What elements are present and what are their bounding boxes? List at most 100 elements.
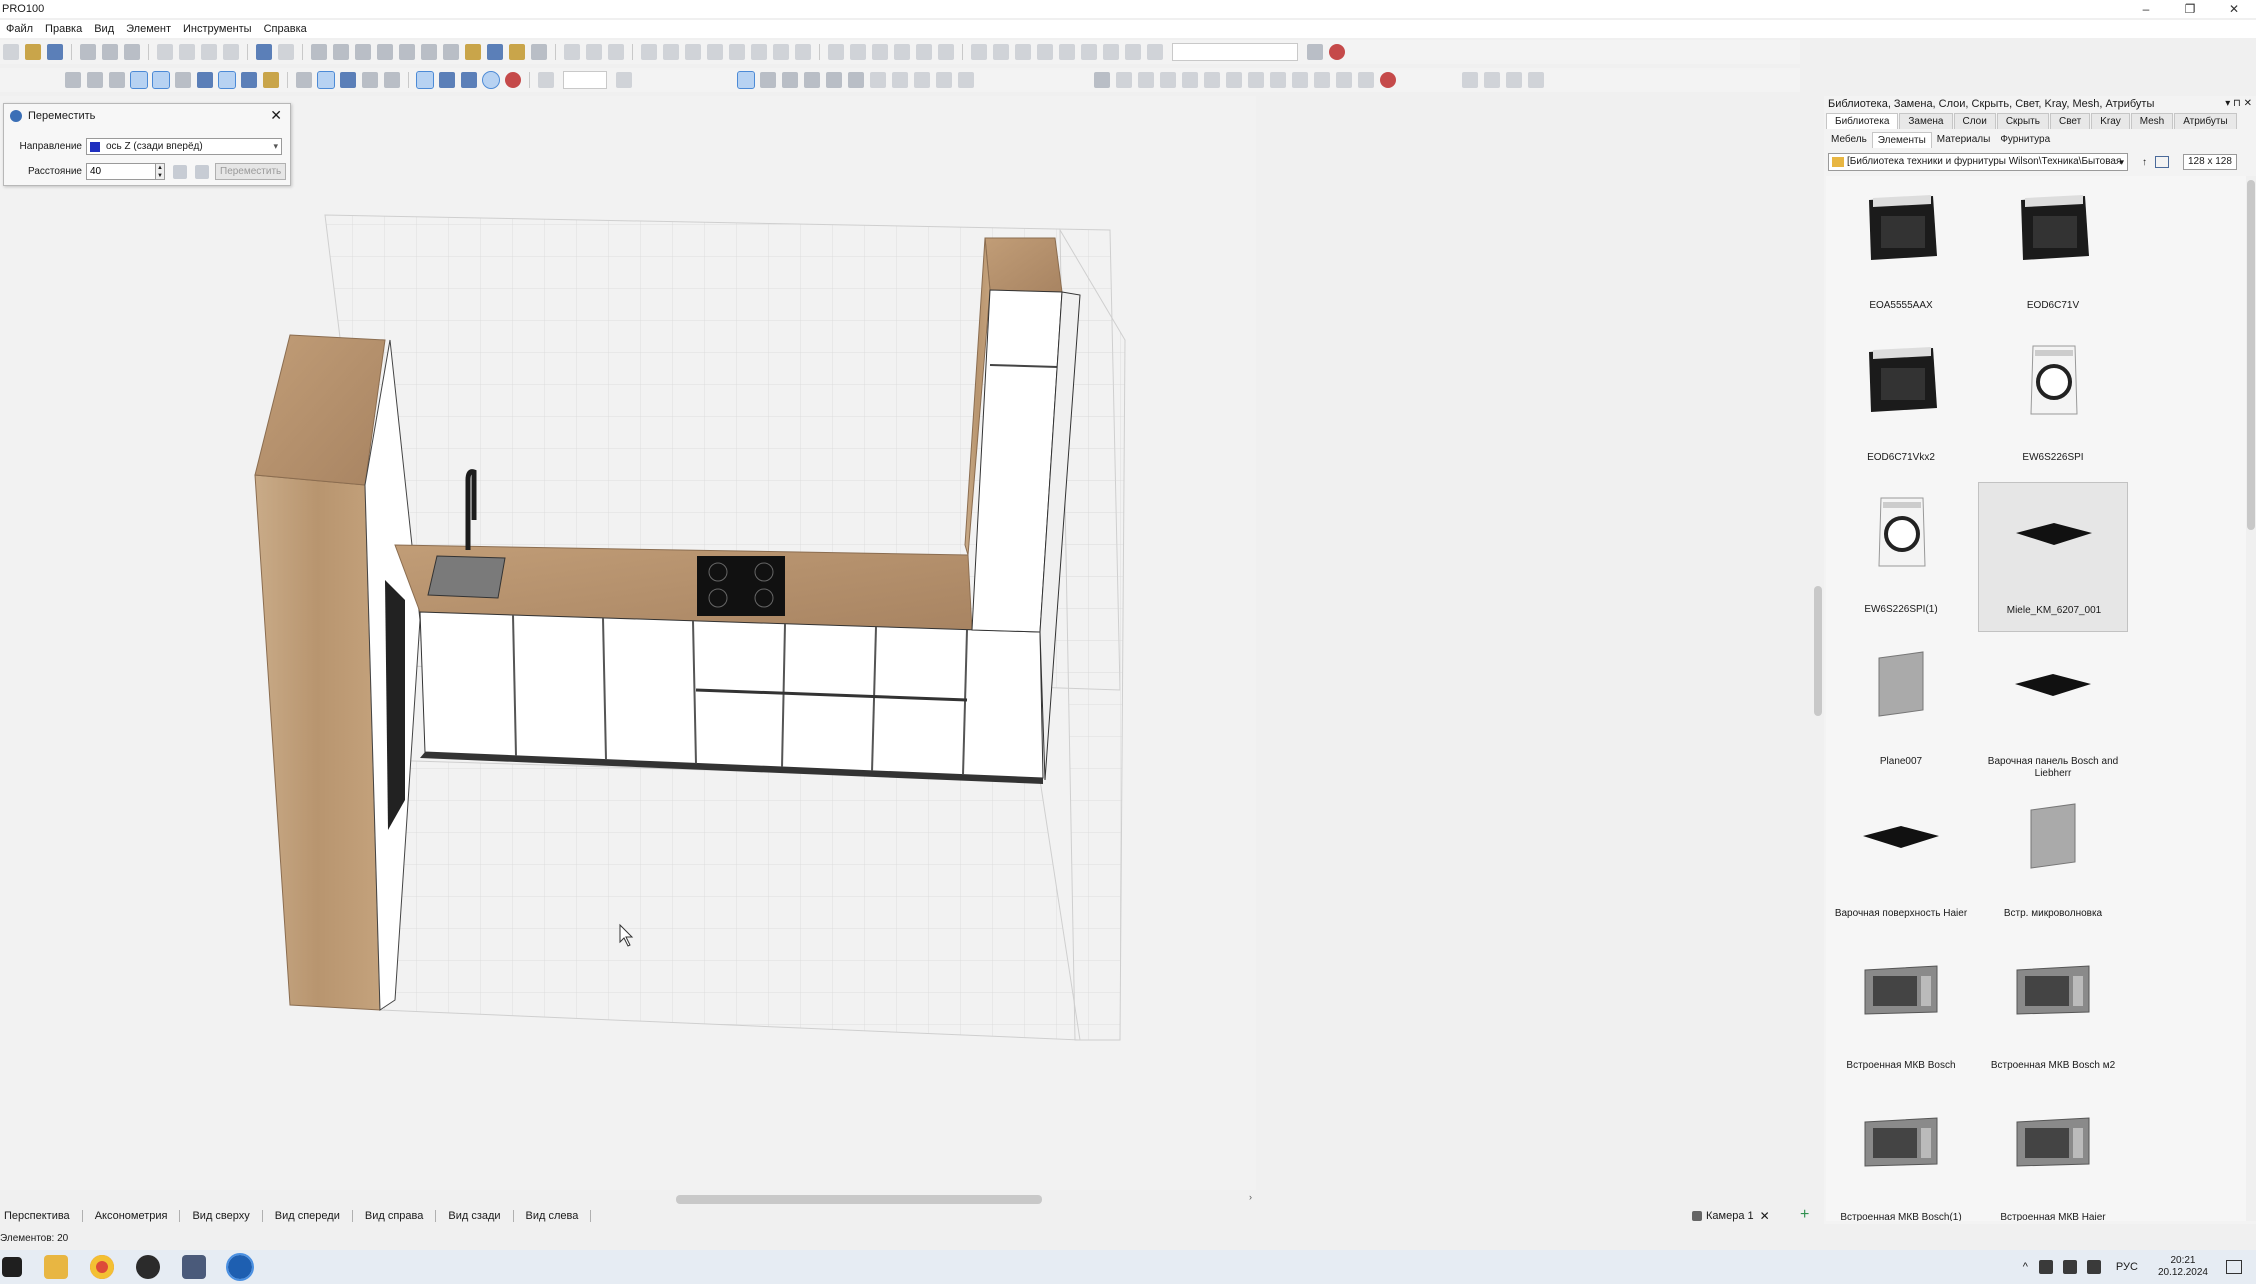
layout-a-icon[interactable] xyxy=(1462,72,1478,88)
isolate-icon[interactable] xyxy=(1336,72,1352,88)
stop-icon[interactable] xyxy=(1380,72,1396,88)
tab-perspective[interactable]: Перспектива xyxy=(0,1210,83,1222)
view-side-icon[interactable] xyxy=(109,72,125,88)
settings-icon[interactable] xyxy=(311,44,327,60)
tag-icon[interactable] xyxy=(296,72,312,88)
library-item[interactable]: Plane007 xyxy=(1826,634,1976,784)
layer-combo[interactable] xyxy=(1172,43,1298,61)
distribute-icon[interactable] xyxy=(641,44,657,60)
viewport-hscrollbar[interactable]: › xyxy=(0,1192,1256,1206)
tab-attributes[interactable]: Атрибуты xyxy=(2174,113,2237,129)
move-apply-button[interactable]: Переместить xyxy=(215,163,287,180)
stack-v-icon[interactable] xyxy=(729,44,745,60)
library-item[interactable]: EOA5555AAX xyxy=(1826,178,1976,328)
align-right-icon[interactable] xyxy=(608,44,624,60)
undo-select-icon[interactable] xyxy=(1160,72,1176,88)
maximize-button[interactable]: ❐ xyxy=(2168,0,2212,18)
calculator-icon[interactable] xyxy=(355,44,371,60)
tab-layers[interactable]: Слои xyxy=(1953,113,1996,129)
stack-icon[interactable] xyxy=(707,44,723,60)
calculator-app-icon[interactable] xyxy=(182,1255,206,1279)
layout-c-icon[interactable] xyxy=(1506,72,1522,88)
library-item[interactable]: Встр. микроволновка xyxy=(1978,786,2128,936)
library-path-select[interactable]: [Библиотека техники и фурнитуры Wilson\Т… xyxy=(1828,153,2128,171)
library-item[interactable]: EW6S226SPI(1) xyxy=(1826,482,1976,632)
scale-icon[interactable] xyxy=(1125,44,1141,60)
library-item[interactable]: Встроенная МКВ Haier xyxy=(1978,1090,2128,1221)
rotate-back-icon[interactable] xyxy=(1103,44,1119,60)
library-item[interactable]: Встроенная МКВ Bosch м2 xyxy=(1978,938,2128,1088)
menu-help[interactable]: Справка xyxy=(258,20,313,38)
chevron-right-icon[interactable]: › xyxy=(1249,1192,1252,1202)
layer-visibility-icon[interactable] xyxy=(1329,44,1345,60)
layout-d-icon[interactable] xyxy=(1528,72,1544,88)
panel-pin-icon[interactable]: ▾ ⊓ ✕ xyxy=(2225,96,2252,112)
select-all-icon[interactable] xyxy=(1094,72,1110,88)
vscroll-thumb[interactable] xyxy=(1814,586,1822,716)
distance-stepper[interactable]: ▲ ▼ xyxy=(156,163,165,180)
print-preview-icon[interactable] xyxy=(124,44,140,60)
library-item[interactable]: EW6S226SPI xyxy=(1978,330,2128,480)
tab-front-view[interactable]: Вид спереди xyxy=(263,1210,353,1222)
cooktop[interactable] xyxy=(697,556,785,616)
tool-d-icon[interactable] xyxy=(936,72,952,88)
snap-top-icon[interactable] xyxy=(872,44,888,60)
distance-input[interactable] xyxy=(86,163,156,180)
tab-replace[interactable]: Замена xyxy=(1899,113,1953,129)
tall-unit-top[interactable] xyxy=(254,334,386,486)
menu-file[interactable]: Файл xyxy=(0,20,39,38)
redo-icon[interactable] xyxy=(278,44,294,60)
print-icon[interactable] xyxy=(102,44,118,60)
app-icon[interactable] xyxy=(136,1255,160,1279)
windows-start-icon[interactable] xyxy=(2,1257,22,1277)
select-similar-icon[interactable] xyxy=(1138,72,1154,88)
percent-icon[interactable] xyxy=(173,164,187,179)
zoom-combo[interactable] xyxy=(563,71,607,89)
snap-right-icon[interactable] xyxy=(850,44,866,60)
tool-c-icon[interactable] xyxy=(914,72,930,88)
delete-icon[interactable] xyxy=(223,44,239,60)
fit-width-icon[interactable] xyxy=(971,44,987,60)
library-item[interactable]: Встроенная МКВ Bosch(1) xyxy=(1826,1090,1976,1221)
library-item[interactable]: EOD6C71V xyxy=(1978,178,2128,328)
fit-all-icon[interactable] xyxy=(1037,44,1053,60)
move-dialog-titlebar[interactable]: Переместить xyxy=(4,104,290,128)
library-item[interactable]: Варочная панель Bosch and Liebherr xyxy=(1978,634,2128,784)
thumb-size-select[interactable]: 128 x 128 xyxy=(2183,154,2237,170)
view-transparent-icon[interactable] xyxy=(175,72,191,88)
wifi-icon[interactable] xyxy=(2062,1260,2077,1274)
snap-point-icon[interactable] xyxy=(416,71,434,89)
close-icon[interactable]: ✕ xyxy=(270,107,282,124)
redo-select-icon[interactable] xyxy=(1182,72,1198,88)
kitchen-scene[interactable] xyxy=(0,96,1256,1190)
close-icon[interactable]: ✕ xyxy=(1760,1209,1770,1223)
hierarchy-icon[interactable] xyxy=(399,44,415,60)
explorer-icon[interactable] xyxy=(44,1255,68,1279)
resize-icon[interactable] xyxy=(1059,44,1075,60)
fit-depth-icon[interactable] xyxy=(1015,44,1031,60)
zoom-in-icon[interactable] xyxy=(616,72,632,88)
pipette-icon[interactable] xyxy=(826,72,842,88)
eye-icon[interactable] xyxy=(384,72,400,88)
sink[interactable] xyxy=(427,555,506,599)
notification-icon[interactable] xyxy=(2226,1260,2242,1274)
properties-icon[interactable] xyxy=(333,44,349,60)
tab-hide[interactable]: Скрыть xyxy=(1996,113,2049,129)
built-in-oven[interactable] xyxy=(385,580,405,830)
light-icon[interactable] xyxy=(465,44,481,60)
distribute-h-icon[interactable] xyxy=(685,44,701,60)
fit-height-icon[interactable] xyxy=(993,44,1009,60)
snap-front-icon[interactable] xyxy=(916,44,932,60)
record-icon[interactable] xyxy=(505,72,521,88)
paste-icon[interactable] xyxy=(201,44,217,60)
library-scrollbar[interactable] xyxy=(2246,176,2256,1221)
snap-face-icon[interactable] xyxy=(461,72,477,88)
layer-options-icon[interactable] xyxy=(1307,44,1323,60)
measure-angle-icon[interactable] xyxy=(782,72,798,88)
view-mode-icon[interactable] xyxy=(2155,156,2169,168)
copy-object-icon[interactable] xyxy=(443,44,459,60)
subtab-elements[interactable]: Элементы xyxy=(1871,132,1932,148)
align-left-icon[interactable] xyxy=(564,44,580,60)
mirror-icon[interactable] xyxy=(795,44,811,60)
view-solid-icon[interactable] xyxy=(130,71,148,89)
